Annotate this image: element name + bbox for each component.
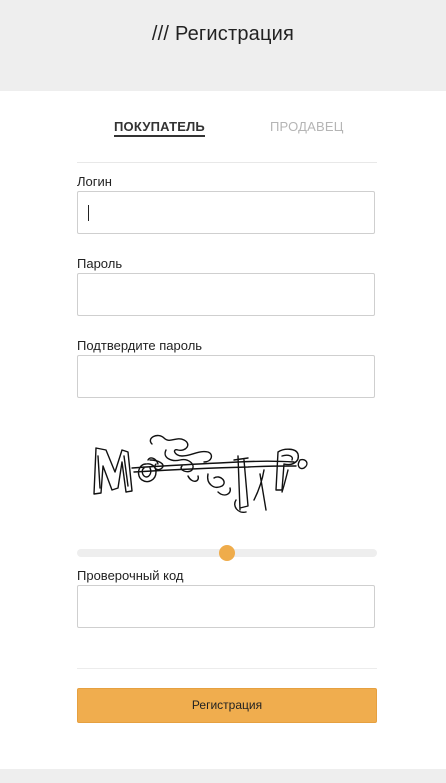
tab-seller[interactable]: ПРОДАВЕЦ [270,119,344,134]
form-divider [77,668,377,669]
slider-handle[interactable] [219,545,235,561]
page-footer [0,769,446,783]
registration-page: /// Регистрация ПОКУПАТЕЛЬ ПРОДАВЕЦ Логи… [0,0,446,783]
confirm-password-input[interactable] [77,355,375,398]
register-button[interactable]: Регистрация [77,688,377,723]
login-input[interactable] [77,191,375,234]
login-label: Логин [77,174,112,189]
tab-buyer[interactable]: ПОКУПАТЕЛЬ [114,119,205,137]
verification-code-label: Проверочный код [77,568,184,583]
password-input[interactable] [77,273,375,316]
account-type-tabs: ПОКУПАТЕЛЬ ПРОДАВЕЦ [77,116,377,163]
verification-code-input[interactable] [77,585,375,628]
page-title: /// Регистрация [151,23,295,45]
confirm-password-label: Подтвердите пароль [77,338,203,353]
captcha-slider[interactable] [77,545,377,561]
captcha-image [93,434,308,514]
text-cursor [88,205,89,221]
page-header: /// Регистрация [0,0,446,91]
password-label: Пароль [77,256,123,271]
